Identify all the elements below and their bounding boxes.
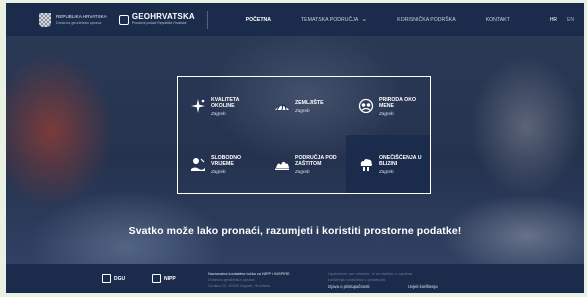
footer-contact-line: Gruška 20, 10000 Zagreb, Hrvatska [208,283,270,288]
sparkle-icon [191,99,205,113]
footer-terms-line: korištenja i pravilima o privatnosti [328,277,386,282]
theme-tiles: KVALITETA OKOLINE Zagreb ZEMLJIŠTE Zagre… [177,76,431,194]
hero-banner: KVALITETA OKOLINE Zagreb ZEMLJIŠTE Zagre… [6,36,584,264]
tile-subtitle: Zagreb [211,110,226,116]
pollution-icon [360,159,373,171]
tile-title: SLOBODNO VRIJEME [211,154,241,167]
tile-title: ZEMLJIŠTE [295,99,324,106]
language-switcher: HR EN [550,17,584,23]
tile-title: KVALITETA OKOLINE [211,96,240,109]
nipp-logo[interactable]: NIPP [152,274,176,283]
tile-nature-around-me[interactable]: PRIRODA OKO MENE Zagreb [346,77,430,135]
top-navigation: REPUBLIKA HRVATSKA Državna geodetska upr… [6,3,584,36]
nav-home-label: POČETNA [245,16,272,23]
terms-of-use-link[interactable]: Uvjeti korištenja [408,284,438,289]
tile-land[interactable]: ZEMLJIŠTE Zagreb [262,77,346,135]
nav-thematic-areas[interactable]: TEMATSKA PODRUČJA ⌄ [301,16,368,23]
tile-leisure[interactable]: SLOBODNO VRIJEME Zagreb [178,135,262,193]
nav-home[interactable]: POČETNA [246,17,271,23]
croatian-crest-icon [39,12,51,27]
tile-title: PRIRODA OKO MENE [379,96,416,109]
chevron-down-icon: ⌄ [361,16,368,23]
nav-user-support-label: KORISNIČKA PODRŠKA [397,16,456,23]
tile-subtitle: Zagreb [211,168,226,174]
leisure-icon [191,158,205,171]
tile-title: PODRUČJA POD ZAŠTITOM [295,154,337,167]
dgu-logo[interactable]: DGU [102,274,125,283]
nature-icon [358,98,374,114]
nav-contact[interactable]: KONTAKT [486,17,510,23]
geohrvatska-logo[interactable]: GEOHRVATSKA Prostorni podaci Republike H… [118,12,195,26]
tile-subtitle: Zagreb [295,107,310,113]
tile-title: ONEČIŠĆENJA U BLIZINI [379,154,422,167]
nav-divider [206,10,208,29]
footer-contact-info: Nacionalna kontaktna točka za NIPP i INS… [208,271,290,289]
land-icon [275,103,289,111]
protected-area-icon [275,161,289,170]
footer-terms-notice: Upotrebom ove stranice, Vi se slažete s … [328,271,412,283]
nipp-logo-icon [152,274,161,283]
nav-contact-label: KONTAKT [485,16,510,23]
lang-en[interactable]: EN [567,17,574,23]
lang-hr[interactable]: HR [550,17,557,23]
geohrvatska-subtitle: Prostorni podaci Republike Hrvatske [131,20,187,25]
brand-line2: Državna geodetska uprava [56,20,102,25]
dgu-logo-icon [102,274,111,283]
dgu-logo-text: DGU [114,275,126,282]
republic-logo[interactable]: REPUBLIKA HRVATSKA Državna geodetska upr… [39,3,107,36]
main-menu: POČETNA TEMATSKA PODRUČJA ⌄ KORISNIČKA P… [246,3,540,36]
browser-viewport: REPUBLIKA HRVATSKA Državna geodetska upr… [6,3,584,293]
nav-user-support[interactable]: KORISNIČKA PODRŠKA [397,17,456,23]
nipp-logo-text: NIPP [164,275,176,282]
tile-subtitle: Zagreb [379,110,394,116]
page-footer: DGU NIPP Nacionalna kontaktna točka za N… [6,264,584,293]
tile-nearby-pollution[interactable]: ONEČIŠĆENJA U BLIZINI Zagreb [346,135,430,193]
tile-protected-areas[interactable]: PODRUČJA POD ZAŠTITOM Zagreb [262,135,346,193]
tile-subtitle: Zagreb [295,168,310,174]
hero-tagline: Svatko može lako pronaći, razumjeti i ko… [128,225,462,237]
tile-subtitle: Zagreb [379,168,394,174]
geohrvatska-mark-icon [118,14,129,25]
tile-environment-quality[interactable]: KVALITETA OKOLINE Zagreb [178,77,262,135]
nav-thematic-areas-label: TEMATSKA PODRUČJA [301,16,359,23]
accessibility-statement-link[interactable]: Izjava o pristupačnosti [328,284,369,289]
